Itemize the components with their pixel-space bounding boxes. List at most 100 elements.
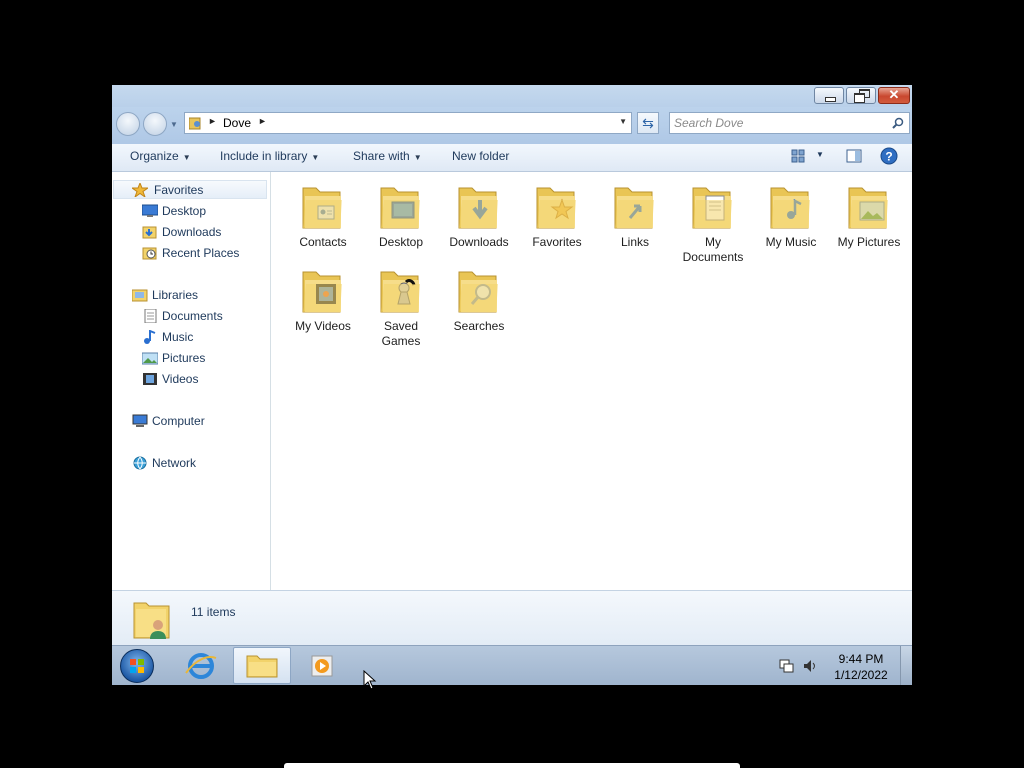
clock-date: 1/12/2022 (834, 668, 888, 682)
sidebar-item-label: Desktop (162, 204, 207, 218)
folder-label: My Pictures (837, 235, 901, 249)
sidebar-item-label: Recent Places (162, 246, 240, 260)
folder-label: My Videos (295, 319, 351, 333)
folder-item[interactable]: Contacts (285, 178, 361, 258)
documents-icon (144, 309, 157, 323)
internet-explorer-button[interactable] (172, 647, 230, 684)
organize-button[interactable]: Organize ▼ (130, 149, 191, 163)
show-desktop-button[interactable] (900, 646, 912, 685)
sidebar-item-label: Network (152, 456, 197, 470)
folder-item[interactable]: Saved Games (363, 262, 439, 348)
breadcrumb-separator-icon[interactable]: ► (258, 116, 267, 126)
new-folder-button[interactable]: New folder (452, 149, 509, 163)
close-button[interactable]: ✕ (878, 87, 910, 104)
breadcrumb-separator-icon[interactable]: ► (208, 116, 217, 126)
folder-item[interactable]: Searches (441, 262, 517, 342)
folder-icon (770, 187, 810, 229)
sidebar-item-label: Pictures (162, 351, 206, 365)
title-bar[interactable]: ✕ (112, 85, 912, 107)
folder-item[interactable]: Downloads (441, 178, 517, 258)
folder-label: Contacts (299, 235, 347, 249)
organize-label: Organize (130, 149, 179, 163)
user-folder-icon (133, 602, 170, 639)
recent-pages-dropdown-icon[interactable]: ▼ (170, 120, 178, 129)
help-icon[interactable]: ? (880, 147, 898, 165)
folder-item[interactable]: My Pictures (831, 178, 907, 258)
sidebar-item-favorites[interactable]: Favorites (113, 180, 267, 199)
include-in-library-button[interactable]: Include in library ▼ (220, 149, 319, 163)
minimize-button[interactable] (814, 87, 844, 104)
folder-item[interactable]: My Documents (675, 178, 751, 264)
share-with-button[interactable]: Share with ▼ (353, 149, 422, 163)
navigation-bar: ▼ ► Dove ► ▼ ⇆ (112, 107, 912, 144)
folder-item[interactable]: My Music (753, 178, 829, 258)
screen-bottom-bar (284, 763, 740, 768)
minimize-icon (825, 97, 836, 102)
folder-item[interactable]: My Videos (285, 262, 361, 342)
address-dropdown-icon[interactable]: ▼ (619, 117, 627, 126)
view-options-dropdown-icon[interactable]: ▼ (816, 150, 824, 159)
chevron-down-icon: ▼ (311, 153, 320, 162)
folder-icon (614, 187, 654, 229)
sidebar-item-label: Libraries (152, 288, 199, 302)
close-icon: ✕ (888, 87, 900, 102)
folder-icon (458, 187, 498, 229)
volume-icon[interactable] (802, 658, 818, 674)
svg-text:?: ? (885, 150, 892, 164)
include-in-library-label: Include in library (220, 149, 308, 163)
breadcrumb[interactable]: Dove (223, 116, 251, 130)
folder-icon (692, 187, 732, 229)
change-view-icon[interactable] (791, 148, 805, 164)
folder-icon (302, 187, 342, 229)
share-with-label: Share with (353, 149, 410, 163)
details-pane: 11 items (112, 590, 912, 646)
taskbar: 9:44 PM 1/12/2022 (112, 645, 912, 685)
folder-label: Saved Games (381, 319, 421, 348)
maximize-button[interactable] (846, 87, 876, 104)
downloads-icon (142, 226, 157, 239)
user-folder-icon (189, 117, 201, 130)
preview-pane-icon[interactable] (846, 148, 862, 164)
pictures-icon (142, 352, 158, 365)
folder-item[interactable]: Favorites (519, 178, 595, 258)
internet-explorer-icon (185, 653, 217, 679)
folder-item[interactable]: Desktop (363, 178, 439, 258)
folder-label: My Documents (682, 235, 744, 264)
item-count: 11 items (191, 605, 236, 619)
search-icon[interactable] (892, 117, 904, 129)
forward-button[interactable] (143, 112, 167, 136)
desktop-icon (142, 204, 158, 217)
folder-icon (380, 271, 420, 313)
folder-icon (302, 271, 342, 313)
folder-icon (536, 187, 576, 229)
folder-item[interactable]: Links (597, 178, 673, 258)
folder-label: Downloads (449, 235, 509, 249)
folder-icon (458, 271, 498, 313)
command-bar: Organize ▼ Include in library ▼ Share with… (112, 144, 912, 172)
sidebar-item-label: Music (162, 330, 194, 344)
system-clock[interactable]: 9:44 PM 1/12/2022 (830, 651, 892, 683)
network-status-icon[interactable] (778, 658, 794, 674)
mouse-cursor-icon (363, 670, 377, 690)
sidebar-item-label: Downloads (162, 225, 222, 239)
folder-icon (380, 187, 420, 229)
folder-label: Searches (453, 319, 505, 333)
libraries-icon (132, 289, 148, 302)
start-button[interactable] (120, 649, 154, 683)
sidebar-item-label: Favorites (154, 183, 204, 197)
music-icon (144, 330, 156, 344)
windows-explorer-button[interactable] (233, 647, 291, 684)
media-player-button[interactable] (293, 647, 351, 684)
search-input[interactable] (674, 115, 884, 131)
folder-icon (848, 187, 888, 229)
refresh-button[interactable]: ⇆ (637, 112, 659, 134)
sidebar-item-label: Documents (162, 309, 223, 323)
media-player-icon (311, 655, 333, 677)
network-icon (133, 456, 147, 470)
sidebar-item-label: Computer (152, 414, 205, 428)
search-box[interactable] (669, 112, 910, 134)
navigation-pane: Favorites Desktop Downloads Recent Place… (112, 172, 271, 590)
address-bar[interactable]: ► Dove ► ▼ (184, 112, 632, 134)
back-button[interactable] (116, 112, 140, 136)
folder-grid: Contacts Desktop Downloads Favorites Links My… (271, 172, 912, 590)
